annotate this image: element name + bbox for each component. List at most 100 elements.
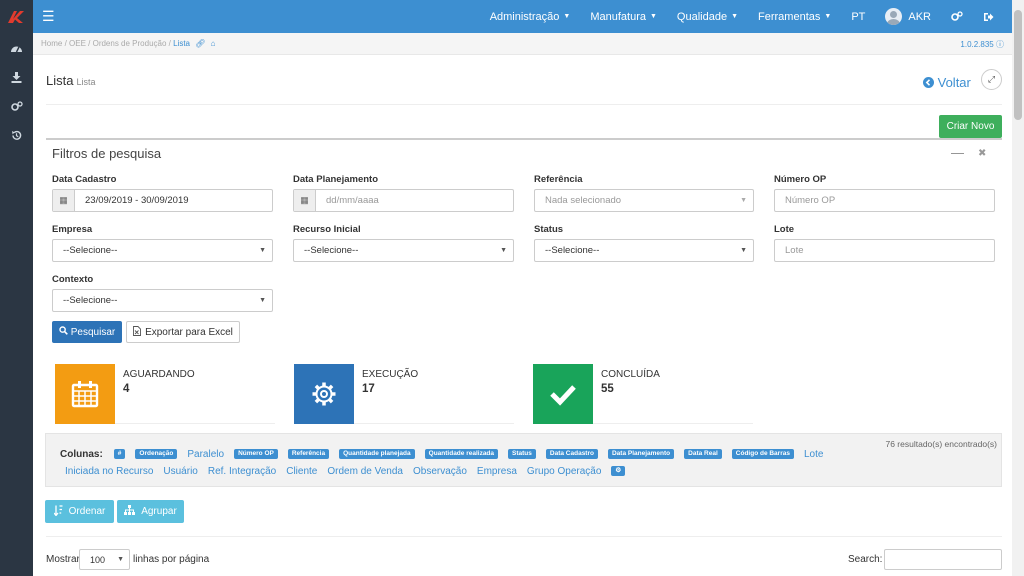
- caret-down-icon: ▼: [824, 13, 832, 20]
- per-page-label: linhas por página: [133, 554, 210, 565]
- link-icon[interactable]: 🔗︎: [195, 39, 205, 48]
- data-cadastro-label: Data Cadastro: [52, 174, 117, 185]
- chevron-down-icon: ▼: [500, 247, 507, 254]
- home-icon[interactable]: ⌂: [211, 39, 216, 48]
- column-toggle[interactable]: Lote: [804, 449, 823, 460]
- recurso-select[interactable]: --Selecione-- ▼: [293, 239, 514, 262]
- column-toggle[interactable]: Ordem de Venda: [327, 466, 403, 477]
- search-input[interactable]: [884, 549, 1002, 570]
- close-icon[interactable]: ✖: [978, 148, 986, 159]
- menu-qualidade[interactable]: Qualidade ▼: [667, 11, 748, 23]
- group-button[interactable]: Agrupar: [117, 500, 184, 523]
- collapse-icon[interactable]: —: [951, 145, 964, 160]
- lote-input[interactable]: Lote: [774, 239, 995, 262]
- status-card-count: 55: [601, 383, 614, 395]
- contexto-select[interactable]: --Selecione-- ▼: [52, 289, 273, 312]
- column-toggle[interactable]: Grupo Operação: [527, 466, 602, 477]
- top-navbar: ☰ Administração ▼ Manufatura ▼ Qualidade ▼ …: [0, 0, 1012, 33]
- status-select[interactable]: --Selecione-- ▼: [534, 239, 754, 262]
- menu-ferramentas[interactable]: Ferramentas ▼: [748, 11, 841, 23]
- column-toggle[interactable]: Data Planejamento: [607, 449, 675, 460]
- breadcrumb-bar: Home / OEE / Ordens de Produção / Lista …: [33, 33, 1012, 55]
- sort-button[interactable]: Ordenar: [45, 500, 114, 523]
- menu-manufatura[interactable]: Manufatura ▼: [580, 11, 667, 23]
- logout-icon[interactable]: [973, 12, 1004, 22]
- scrollbar-thumb[interactable]: [1014, 10, 1022, 120]
- back-button[interactable]: Voltar: [923, 75, 971, 90]
- column-toggle[interactable]: Status: [508, 449, 536, 460]
- status-label: Status: [534, 224, 564, 235]
- status-card-aguardando[interactable]: AGUARDANDO 4: [55, 364, 275, 424]
- column-toggle[interactable]: Iniciada no Recurso: [65, 466, 153, 477]
- back-arrow-icon: [923, 75, 938, 90]
- language-selector[interactable]: PT: [841, 11, 875, 23]
- column-toggle[interactable]: Ordenação: [135, 449, 178, 460]
- column-toggle[interactable]: Número OP: [234, 449, 278, 460]
- contexto-label: Contexto: [52, 274, 94, 285]
- chevron-down-icon: ▼: [117, 556, 124, 563]
- page-size-select[interactable]: 100 ▼: [79, 549, 130, 570]
- file-excel-icon: [133, 325, 142, 339]
- column-toggle[interactable]: Quantidade planejada: [339, 449, 415, 460]
- column-toggle[interactable]: Quantidade realizada: [424, 449, 499, 460]
- empresa-select[interactable]: --Selecione-- ▼: [52, 239, 273, 262]
- column-toggle[interactable]: Data Real: [684, 449, 722, 460]
- column-toggle[interactable]: Paralelo: [187, 449, 224, 460]
- avatar: [885, 8, 903, 25]
- recurso-label: Recurso Inicial: [293, 224, 361, 235]
- status-card-count: 17: [362, 383, 375, 395]
- settings-icon[interactable]: [941, 11, 973, 22]
- export-excel-button[interactable]: Exportar para Excel: [126, 321, 240, 343]
- column-toggle[interactable]: Empresa: [477, 466, 517, 477]
- history-icon[interactable]: [0, 121, 33, 150]
- referencia-select[interactable]: Nada selecionado ▼: [534, 189, 754, 212]
- column-toggle[interactable]: Ref. Integração: [208, 466, 276, 477]
- data-cadastro-field[interactable]: ▦ 23/09/2019 - 30/09/2019: [52, 189, 273, 212]
- user-menu[interactable]: AKR: [875, 8, 941, 25]
- column-toggle[interactable]: Cliente: [286, 466, 317, 477]
- show-label: Mostrar: [46, 554, 80, 565]
- column-settings-icon[interactable]: ⚙︎: [611, 466, 626, 477]
- info-icon[interactable]: ⓘ: [996, 40, 1004, 49]
- create-new-button[interactable]: Criar Novo: [939, 115, 1002, 138]
- dashboard-icon[interactable]: [0, 34, 33, 63]
- search-button[interactable]: Pesquisar: [52, 321, 122, 343]
- expand-icon[interactable]: ⤢: [981, 69, 1002, 90]
- cogs-icon[interactable]: [0, 92, 33, 121]
- chevron-down-icon: ▼: [740, 247, 747, 254]
- column-toggle[interactable]: Data Cadastro: [545, 449, 598, 460]
- numero-op-input[interactable]: Número OP: [774, 189, 995, 212]
- sidebar: [0, 33, 33, 576]
- status-card-title: AGUARDANDO: [123, 369, 195, 380]
- check-icon: [550, 385, 576, 406]
- columns-list: Colunas: # Ordenação Paralelo Número OP Refer…: [60, 446, 850, 480]
- data-planejamento-field[interactable]: ▦ dd/mm/aaaa: [293, 189, 514, 212]
- logo[interactable]: [0, 0, 33, 33]
- gear-icon: [312, 382, 336, 406]
- status-card-concluida[interactable]: CONCLUÍDA 55: [533, 364, 753, 424]
- status-card-icon: [55, 364, 115, 424]
- version-label: 1.0.2.835 ⓘ: [960, 40, 1004, 49]
- status-card-execucao[interactable]: EXECUÇÃO 17: [294, 364, 514, 424]
- column-toggle[interactable]: #: [113, 449, 126, 460]
- calendar-icon: ▦: [53, 190, 75, 211]
- menu-toggle-icon[interactable]: ☰: [42, 8, 55, 25]
- scrollbar[interactable]: [1012, 0, 1024, 576]
- chevron-down-icon: ▼: [259, 247, 266, 254]
- column-toggle[interactable]: Usuário: [163, 466, 197, 477]
- page-subtitle: Lista: [76, 77, 96, 87]
- status-card-count: 4: [123, 383, 130, 395]
- columns-panel: 76 resultado(s) encontrado(s) Colunas: # O…: [45, 433, 1002, 487]
- referencia-label: Referência: [534, 174, 583, 185]
- breadcrumb: Home / OEE / Ordens de Produção / Lista …: [41, 39, 216, 48]
- breadcrumb-home[interactable]: Home: [41, 39, 62, 48]
- column-toggle[interactable]: Observação: [413, 466, 467, 477]
- breadcrumb-oee[interactable]: OEE: [69, 39, 86, 48]
- results-count: 76 resultado(s) encontrado(s): [885, 439, 997, 449]
- breadcrumb-ordens[interactable]: Ordens de Produção: [93, 39, 167, 48]
- download-icon[interactable]: [0, 63, 33, 92]
- column-toggle[interactable]: Código de Barras: [731, 449, 794, 460]
- menu-administracao[interactable]: Administração ▼: [480, 11, 581, 23]
- sort-icon: [53, 504, 63, 519]
- column-toggle[interactable]: Referência: [287, 449, 330, 460]
